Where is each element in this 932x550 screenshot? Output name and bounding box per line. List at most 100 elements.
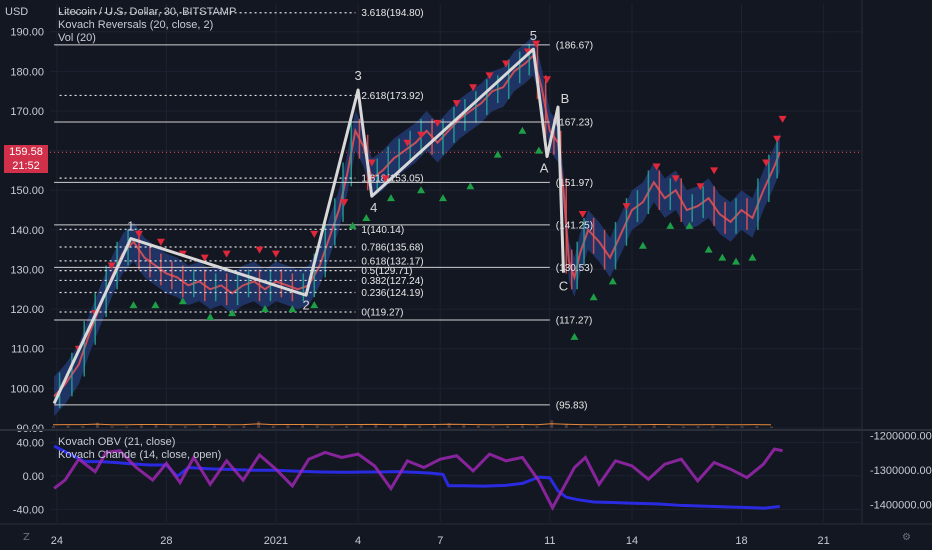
fib-level-label: 0.382(127.24) [361, 276, 423, 287]
horizontal-level-label: (95.83) [556, 400, 588, 411]
y-tick-label: 190.00 [10, 27, 44, 39]
wave-label-2: 2 [302, 297, 309, 312]
left-tick-label: 0.00 [23, 471, 44, 483]
left-tick-label: 40.00 [16, 437, 44, 449]
volume-bar [520, 425, 524, 428]
last-price-badge: 159.58 [4, 145, 48, 159]
indicator-reversals-legend[interactable]: Kovach Reversals (20, close, 2) [58, 19, 213, 32]
indicator-volume-legend[interactable]: Vol (20) [58, 32, 96, 45]
horizontal-level-label: (117.27) [556, 315, 593, 326]
bar-countdown-badge: 21:52 [4, 159, 48, 173]
fib-level-label: 0.618(132.17) [361, 256, 423, 267]
volume-bar [345, 425, 349, 428]
volume-bar [315, 425, 319, 428]
horizontal-level-label: (186.67) [556, 40, 593, 51]
wave-label-C: C [559, 279, 568, 294]
x-tick-label: 7 [437, 535, 443, 547]
volume-bar [432, 425, 436, 428]
x-tick-label: 14 [626, 535, 638, 547]
x-tick-label: 2021 [264, 535, 288, 547]
symbol-title[interactable]: Litecoin / U.S. Dollar, 30, BITSTAMP [58, 6, 236, 19]
y-tick-label: 150.00 [10, 185, 44, 197]
chart-canvas[interactable]: 190.00180.00170.00160.00150.00140.00130.… [0, 0, 932, 550]
volume-bar [169, 425, 173, 428]
y-tick-label: 170.00 [10, 106, 44, 118]
volume-bar [594, 426, 598, 428]
zoom-icon[interactable]: Z [23, 532, 30, 543]
settings-icon[interactable]: ⚙ [902, 532, 911, 543]
volume-bar [81, 425, 85, 428]
volume-bar [301, 425, 305, 428]
volume-bar [667, 425, 671, 428]
right-tick-label: -1300000.00 [870, 465, 932, 477]
volume-bar [271, 425, 275, 428]
volume-bar [110, 426, 114, 428]
volume-bar [183, 426, 187, 428]
volume-bar [257, 421, 261, 428]
y-tick-label: 140.00 [10, 225, 44, 237]
right-tick-label: -1400000.00 [870, 500, 932, 512]
volume-bar [359, 425, 363, 428]
volume-bar [95, 422, 99, 428]
volume-bar [66, 425, 70, 428]
volume-bar [286, 425, 290, 428]
x-tick-label: 24 [51, 535, 63, 547]
volume-bar [476, 425, 480, 428]
background [0, 0, 932, 550]
volume-bar [198, 425, 202, 428]
volume-bar [52, 426, 55, 428]
y-tick-label: 100.00 [10, 383, 44, 395]
volume-bar [374, 424, 378, 428]
wave-label-1: 1 [127, 219, 134, 234]
volume-bar [330, 426, 334, 428]
volume-bar [652, 425, 656, 428]
fib-level-label: 0.236(124.19) [361, 288, 423, 299]
indicator-chande-legend[interactable]: Kovach Chande (14, close, open) [58, 449, 221, 462]
volume-bar [608, 426, 612, 428]
volume-bar [682, 426, 686, 428]
volume-bar [769, 426, 773, 428]
wave-label-B: B [561, 91, 570, 106]
x-tick-label: 11 [544, 535, 555, 547]
fib-level-label: 0(119.27) [361, 308, 403, 319]
horizontal-level-label: (130.53) [556, 263, 593, 274]
volume-bar [696, 426, 700, 428]
wave-label-4: 4 [370, 200, 377, 215]
currency-label: USD [5, 6, 29, 18]
x-tick-label: 4 [355, 535, 361, 547]
y-tick-label: 130.00 [10, 264, 44, 276]
volume-bar [755, 425, 759, 428]
fib-level-label: 3.618(194.80) [361, 8, 423, 19]
left-tick-label: -40.00 [13, 504, 44, 516]
volume-bar [740, 426, 744, 428]
fib-level-label: 2.618(173.92) [361, 91, 423, 102]
y-tick-label: 120.00 [10, 304, 44, 316]
y-tick-label: 110.00 [11, 344, 44, 356]
volume-bar [491, 426, 495, 428]
indicator-obv-legend[interactable]: Kovach OBV (21, close) [58, 436, 175, 449]
fib-level-label: 1(140.14) [361, 225, 404, 236]
x-tick-label: 28 [160, 535, 172, 547]
volume-bar [535, 426, 539, 428]
volume-bar [139, 425, 143, 428]
wave-label-3: 3 [354, 68, 361, 83]
volume-bar [388, 425, 392, 428]
volume-bar [242, 425, 246, 428]
volume-bar [125, 426, 129, 428]
volume-bar [623, 425, 627, 428]
volume-bar [579, 425, 583, 428]
volume-bar [506, 425, 510, 428]
volume-bar [418, 425, 422, 428]
x-tick-label: 18 [735, 535, 747, 547]
right-tick-label: -1200000.00 [870, 431, 932, 443]
volume-bar [725, 426, 729, 428]
wave-label-A: A [540, 161, 549, 176]
y-tick-label: 180.00 [10, 66, 44, 78]
fib-level-label: 0.786(135.68) [361, 242, 423, 253]
volume-bar [213, 425, 217, 428]
horizontal-level-label: (167.23) [556, 117, 593, 128]
volume-bar [403, 424, 407, 428]
volume-bar [638, 426, 642, 428]
volume-bar [711, 425, 715, 428]
volume-bar [154, 424, 158, 428]
